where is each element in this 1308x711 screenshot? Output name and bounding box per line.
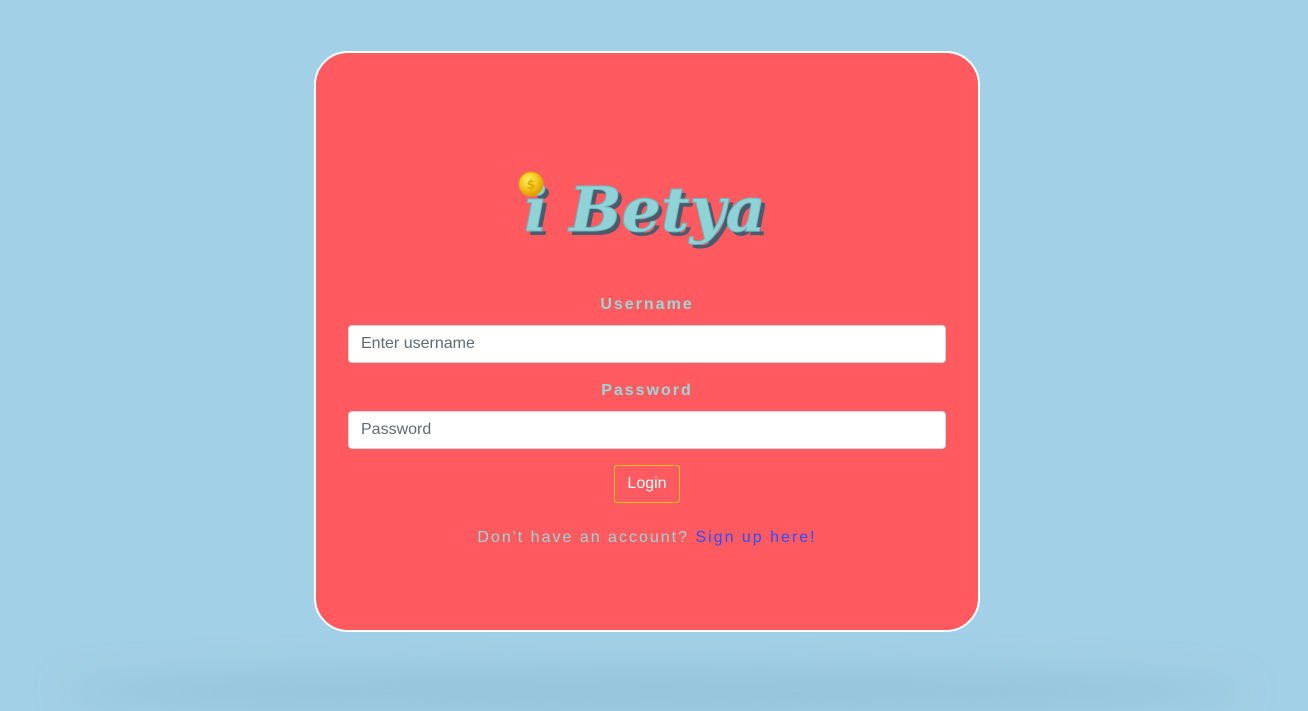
page-shadow bbox=[60, 671, 1248, 711]
username-input[interactable] bbox=[348, 325, 946, 363]
logo-text: i Betya bbox=[524, 173, 766, 246]
password-input[interactable] bbox=[348, 411, 946, 449]
coin-icon: $ bbox=[518, 171, 544, 197]
brand-logo-graphic: i Betya i Betya $ bbox=[518, 171, 770, 250]
signup-link[interactable]: Sign up here! bbox=[695, 529, 816, 546]
login-button[interactable]: Login bbox=[614, 465, 680, 503]
login-card: i Betya i Betya $ Username Password Logi… bbox=[314, 51, 980, 632]
signup-prompt: Don't have an account? bbox=[477, 529, 696, 546]
signup-line: Don't have an account? Sign up here! bbox=[316, 529, 978, 547]
password-label: Password bbox=[601, 382, 693, 399]
coin-symbol: $ bbox=[526, 178, 535, 193]
username-label: Username bbox=[600, 296, 694, 313]
brand-logo: i Betya i Betya $ bbox=[516, 165, 776, 257]
